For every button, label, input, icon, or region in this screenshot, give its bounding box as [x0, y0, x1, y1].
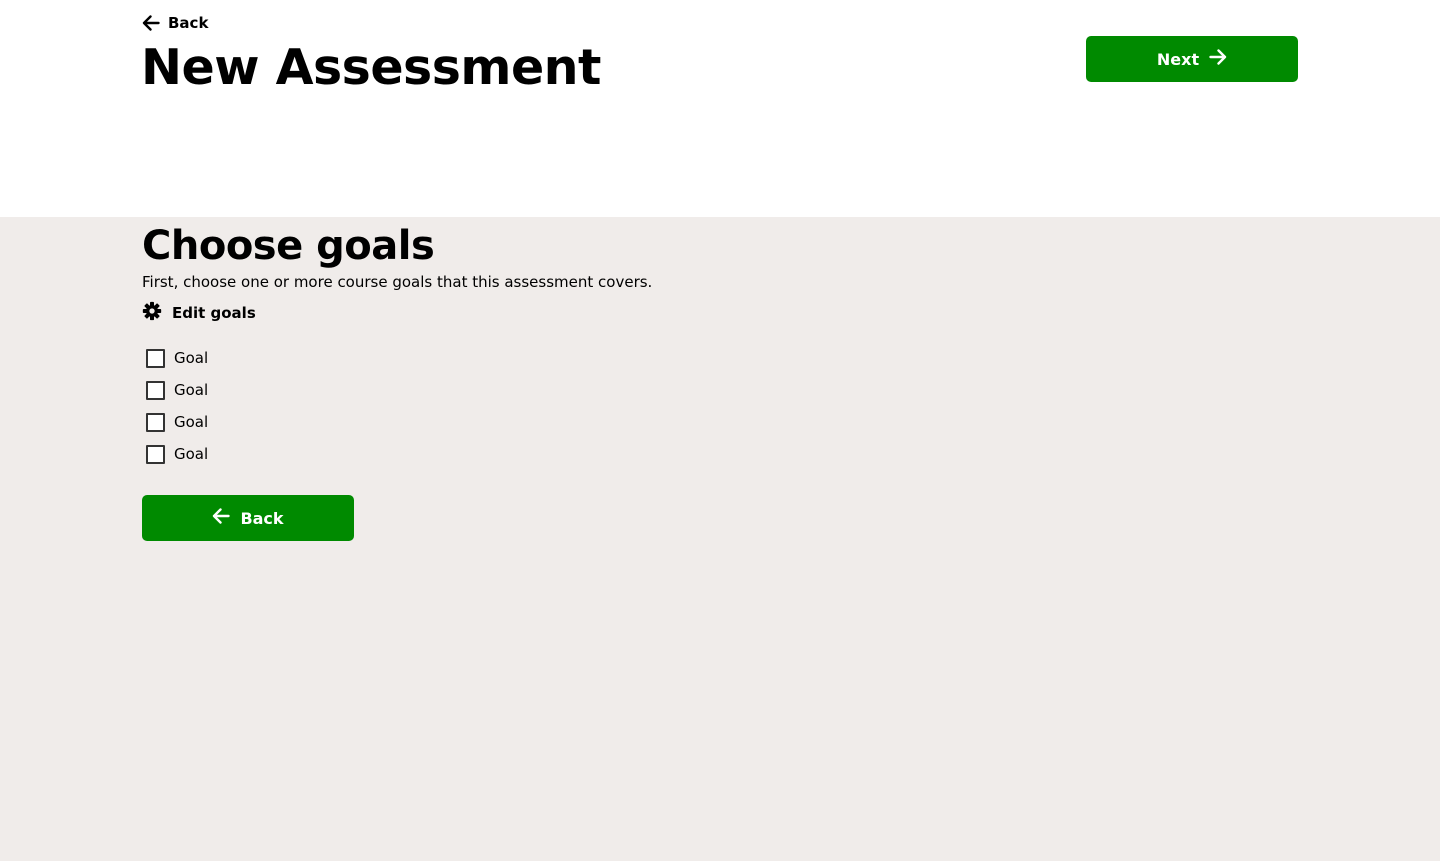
goal-label: Goal [174, 381, 209, 399]
next-button-label: Next [1156, 49, 1200, 69]
goal-option[interactable]: Goal [146, 342, 208, 374]
goal-checkbox[interactable] [146, 348, 165, 368]
main-content: Choose goals First, choose one or more c… [0, 217, 1440, 861]
gear-icon [142, 301, 162, 325]
goal-checkbox[interactable] [146, 444, 165, 464]
back-button-label: Back [240, 508, 284, 528]
goal-label: Goal [174, 413, 209, 431]
section-title: Choose goals [142, 223, 435, 269]
goal-option[interactable]: Goal [146, 374, 208, 406]
goal-label: Goal [174, 349, 209, 367]
back-button[interactable]: Back [142, 495, 354, 541]
edit-goals-link[interactable]: Edit goals [142, 301, 256, 325]
section-description: First, choose one or more course goals t… [142, 273, 653, 291]
goal-label: Goal [174, 445, 209, 463]
back-link[interactable]: Back [142, 12, 208, 34]
next-button[interactable]: Next [1086, 36, 1298, 82]
goal-option[interactable]: Goal [146, 406, 208, 438]
goal-checkbox[interactable] [146, 380, 165, 400]
goal-option[interactable]: Goal [146, 438, 208, 470]
page-title: New Assessment [141, 39, 601, 96]
arrow-left-icon [212, 508, 231, 528]
edit-goals-label: Edit goals [172, 304, 256, 322]
goal-checkbox[interactable] [146, 412, 165, 432]
arrow-right-icon [1209, 49, 1227, 69]
arrow-left-icon [142, 15, 160, 31]
page-header: Back New Assessment Next [0, 0, 1440, 217]
back-link-label: Back [168, 14, 209, 32]
goal-list: Goal Goal Goal Goal [146, 342, 208, 470]
